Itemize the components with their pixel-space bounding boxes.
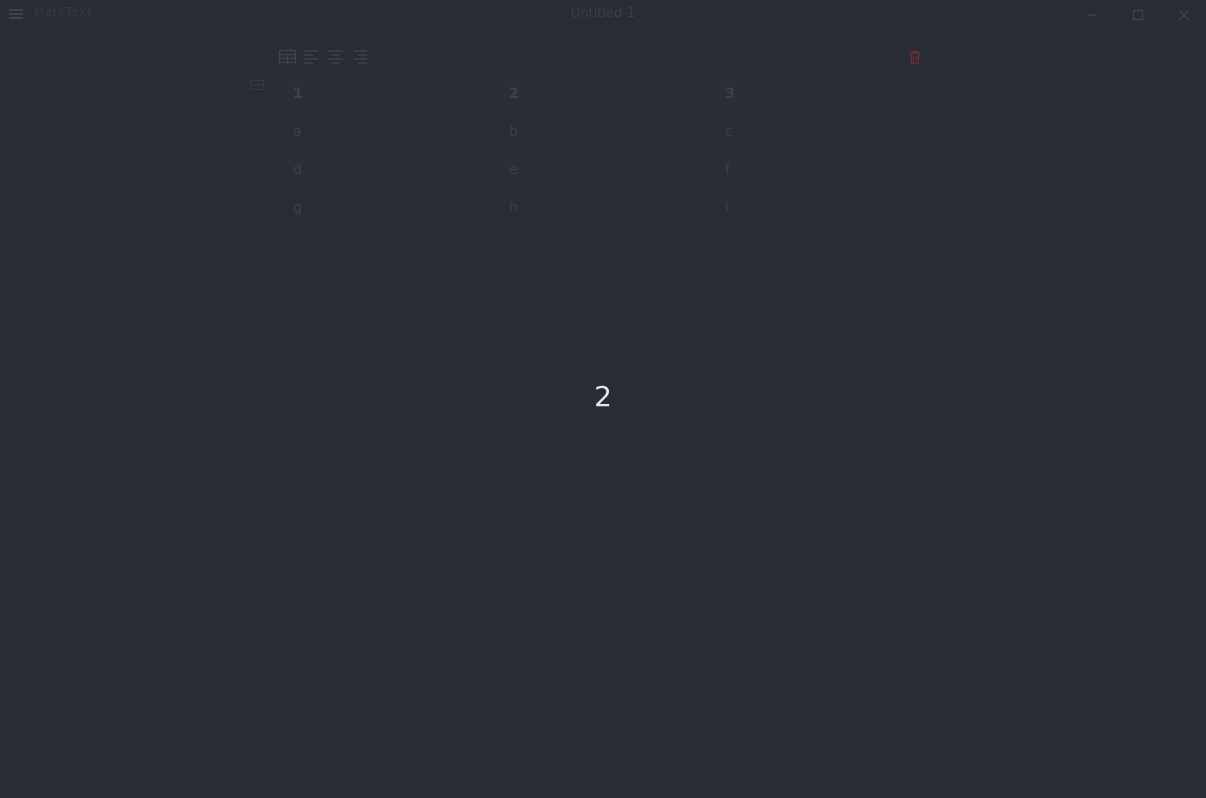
table-row: g h i	[278, 189, 926, 227]
app-window: MarkText Untitled-1 1 2 3 a b c d e f g …	[0, 0, 1206, 798]
drag-handle-icon[interactable]	[250, 75, 264, 90]
close-icon[interactable]	[1175, 6, 1193, 24]
table-cell[interactable]: i	[710, 189, 926, 227]
table-cell[interactable]: d	[278, 151, 494, 189]
align-center-icon[interactable]	[326, 47, 345, 66]
table-row: a b c	[278, 113, 926, 151]
table-header-cell[interactable]: 1	[278, 75, 494, 113]
minimize-icon[interactable]	[1083, 6, 1101, 24]
markdown-table: 1 2 3 a b c d e f g h i	[278, 75, 926, 227]
table-grid-icon[interactable]	[278, 47, 297, 66]
table-header-cell[interactable]: 2	[494, 75, 710, 113]
table-cell[interactable]: f	[710, 151, 926, 189]
align-right-icon[interactable]	[350, 47, 369, 66]
table-cell[interactable]: g	[278, 189, 494, 227]
table-cell[interactable]: h	[494, 189, 710, 227]
overlay-count: 2	[594, 380, 612, 413]
table-cell[interactable]: e	[494, 151, 710, 189]
window-title: Untitled-1	[570, 6, 636, 21]
table-header-row: 1 2 3	[278, 75, 926, 113]
trash-icon[interactable]	[905, 47, 925, 67]
title-bar: MarkText Untitled-1	[0, 0, 1206, 30]
table-cell[interactable]: c	[710, 113, 926, 151]
table-header-cell[interactable]: 3	[710, 75, 926, 113]
align-left-icon[interactable]	[302, 47, 321, 66]
table-cell[interactable]: a	[278, 113, 494, 151]
table-row: d e f	[278, 151, 926, 189]
table-toolbar	[278, 47, 369, 67]
table-cell[interactable]: b	[494, 113, 710, 151]
maximize-icon[interactable]	[1129, 6, 1147, 24]
